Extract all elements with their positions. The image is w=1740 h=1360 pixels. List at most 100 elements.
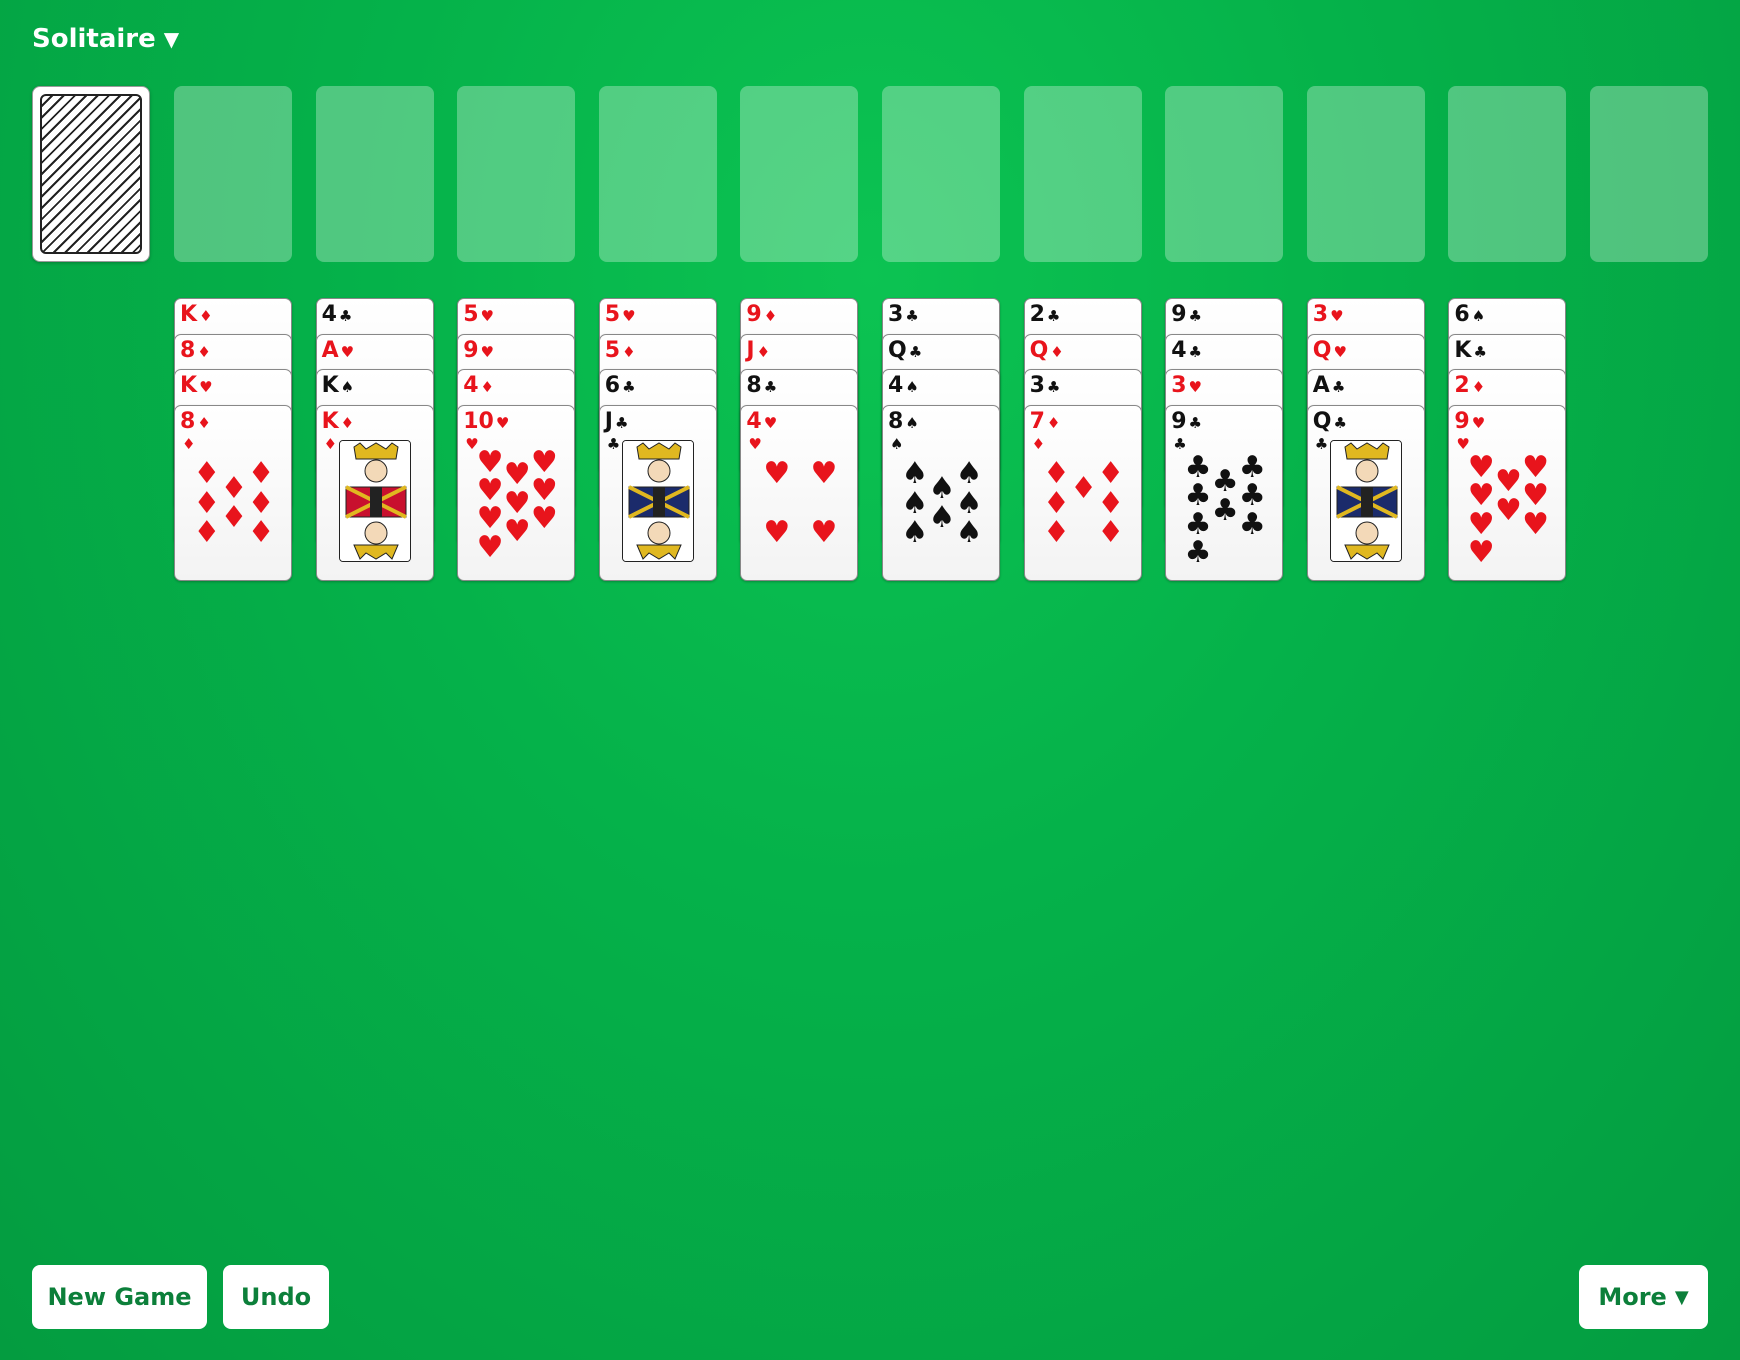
card-corner: 5 ♥ — [463, 302, 494, 329]
card-corner: 3 ♥ — [1171, 373, 1202, 400]
card-rank: 9 — [746, 302, 762, 327]
suit-pip-icon: ♦ — [193, 485, 221, 521]
card-rank: A — [1312, 373, 1330, 398]
card-corner: 3 ♥ — [1313, 302, 1344, 329]
suit-pip-icon: ♥ — [763, 515, 791, 551]
card-rank: A — [321, 337, 339, 363]
suit-pip-icon: ♥ — [1467, 534, 1495, 570]
suit-icon: ♣ — [614, 413, 629, 432]
card-corner: 8 ♣ — [746, 373, 777, 400]
suit-icon: ♠ — [905, 378, 919, 396]
chevron-down-icon: ▼ — [163, 27, 180, 51]
suit-pip-icon: ♠ — [901, 455, 929, 491]
card-rank: 5 — [463, 302, 479, 327]
playing-card[interactable]: 8 ♦ ♦ ♦ ♦ ♦ ♦ ♦ ♦ ♦ ♦ — [174, 404, 292, 581]
suit-pip-icon: ♥ — [763, 455, 791, 491]
card-rank: 8 — [180, 337, 196, 363]
suit-icon: ♦ — [622, 342, 636, 361]
foundation-slot[interactable] — [1023, 86, 1142, 262]
game-menu[interactable]: Solitaire ▼ — [32, 24, 179, 54]
card-rank: 3 — [1312, 302, 1329, 327]
card-corner: K ♦ — [322, 409, 355, 436]
foundation-slot[interactable] — [1448, 86, 1567, 262]
suit-pip-icon: ♦ — [247, 515, 275, 551]
card-corner: Q ♣ — [1313, 409, 1347, 436]
suit-icon: ♥ — [1330, 307, 1344, 325]
card-pips: ♦ ♦ ♦ ♦ ♦ ♦ ♦ — [1025, 406, 1141, 580]
foundation-slot[interactable] — [1306, 86, 1425, 262]
suit-icon: ♠ — [340, 378, 355, 396]
card-rank: J — [604, 408, 613, 434]
undo-button[interactable]: Undo — [223, 1265, 329, 1329]
suit-icon: ♣ — [1046, 307, 1061, 325]
suit-icon: ♣ — [905, 307, 919, 325]
card-pips: ♦ ♦ ♦ ♦ ♦ ♦ ♦ ♦ — [175, 406, 291, 580]
card-rank: 4 — [463, 373, 479, 398]
playing-card[interactable]: 9 ♣ ♣ ♣ ♣ ♣ ♣ ♣ ♣ ♣ ♣ ♣ — [1165, 404, 1284, 581]
suit-icon: ♣ — [1188, 342, 1202, 361]
card-corner: J ♣ — [605, 409, 629, 436]
playing-card[interactable]: 9 ♥ ♥ ♥ ♥ ♥ ♥ ♥ ♥ ♥ ♥ ♥ — [1448, 404, 1567, 581]
playing-card[interactable]: Q ♣ ♣ — [1306, 404, 1425, 581]
card-rank: Q — [1312, 337, 1332, 363]
suit-pip-icon: ♦ — [1097, 485, 1125, 521]
stock-pile[interactable] — [32, 86, 150, 262]
card-corner: 3 ♣ — [1030, 373, 1061, 400]
foundation-slot[interactable] — [882, 86, 1000, 262]
playing-card[interactable]: 7 ♦ ♦ ♦ ♦ ♦ ♦ ♦ ♦ ♦ — [1023, 404, 1142, 581]
card-rank: 6 — [604, 373, 621, 398]
card-corner: 5 ♥ — [605, 302, 636, 329]
suit-pip-icon: ♦ — [247, 485, 275, 521]
card-rank: K — [180, 302, 198, 327]
foundation-slot[interactable] — [1590, 86, 1708, 262]
playing-card[interactable]: 4 ♥ ♥ ♥ ♥ ♥ ♥ — [740, 404, 859, 581]
suit-icon: ♣ — [763, 378, 778, 396]
foundation-slot[interactable] — [457, 86, 576, 262]
foundation-slot[interactable] — [315, 86, 434, 262]
suit-icon: ♣ — [338, 307, 353, 325]
game-menu-title: Solitaire — [32, 24, 156, 54]
suit-icon: ♣ — [1473, 342, 1487, 361]
suit-icon: ♥ — [1333, 342, 1347, 361]
suit-icon: ♣ — [1333, 413, 1347, 432]
foundation-slot[interactable] — [598, 86, 717, 262]
suit-pip-icon: ♠ — [955, 455, 983, 491]
foundation-slot[interactable] — [174, 86, 292, 262]
card-pips: ♥ ♥ ♥ ♥ ♥ ♥ ♥ ♥ ♥ ♥ — [458, 406, 574, 580]
suit-pip-icon: ♠ — [955, 485, 983, 521]
card-corner: 6 ♠ — [1454, 302, 1485, 329]
more-button[interactable]: More ▼ — [1579, 1265, 1708, 1329]
playing-card[interactable]: J ♣ ♣ — [598, 404, 717, 581]
foundation-slot[interactable] — [740, 86, 859, 262]
suit-icon: ♣ — [622, 378, 636, 396]
suit-icon: ♣ — [606, 434, 621, 453]
suit-icon: ♦ — [340, 413, 355, 432]
card-rank: 4 — [888, 373, 904, 398]
suit-pip-icon: ♦ — [1043, 485, 1070, 521]
suit-pip-icon: ♦ — [1043, 515, 1070, 551]
suit-icon: ♥ — [199, 378, 213, 396]
card-rank: 3 — [1029, 373, 1045, 398]
card-corner: Q ♦ — [1030, 338, 1064, 365]
suit-icon: ♦ — [199, 307, 213, 325]
playing-card[interactable]: K ♦ ♦ — [315, 404, 434, 581]
card-corner: 9 ♦ — [746, 302, 777, 329]
card-rank: 8 — [746, 373, 762, 398]
foundation-slot[interactable] — [1165, 86, 1284, 262]
card-corner: 4 ♦ — [463, 373, 494, 400]
more-label: More — [1598, 1283, 1667, 1311]
playing-card[interactable]: 8 ♠ ♠ ♠ ♠ ♠ ♠ ♠ ♠ ♠ ♠ — [882, 404, 1000, 581]
suit-icon: ♣ — [1188, 307, 1202, 325]
card-rank: Q — [1312, 408, 1332, 434]
card-corner: K ♠ — [322, 373, 355, 400]
suit-pip-icon: ♠ — [928, 499, 956, 535]
card-pips: ♣ ♣ ♣ ♣ ♣ ♣ ♣ ♣ ♣ — [1166, 406, 1282, 580]
suit-icon: ♦ — [323, 434, 338, 453]
suit-icon: ♦ — [756, 342, 771, 361]
card-pips: ♥ ♥ ♥ ♥ ♥ ♥ ♥ ♥ ♥ — [1449, 406, 1565, 580]
suit-pip-icon: ♣ — [1238, 506, 1266, 542]
playing-card[interactable]: 10 ♥ ♥ ♥ ♥ ♥ ♥ ♥ ♥ ♥ ♥ ♥ ♥ — [457, 404, 576, 581]
card-corner: 2 ♦ — [1454, 373, 1485, 400]
card-corner: 4 ♣ — [1171, 338, 1202, 365]
new-game-button[interactable]: New Game — [32, 1265, 207, 1329]
